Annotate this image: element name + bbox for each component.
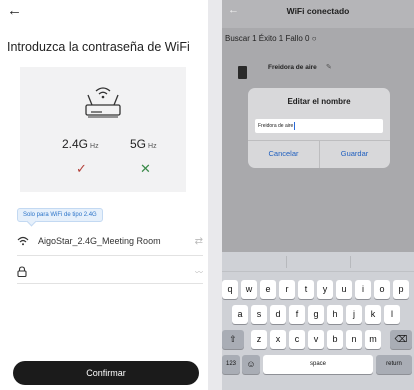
ssid-field[interactable]: AigoStar_2.4G_Meeting Room ⇄ [17, 234, 203, 252]
shift-key-icon[interactable]: ⇧ [222, 330, 244, 349]
check-icon: ✓ [76, 161, 87, 176]
key-i[interactable]: i [355, 280, 371, 299]
cancel-button[interactable]: Cancelar [248, 140, 319, 168]
hide-password-icon[interactable]: 〰 [195, 267, 203, 278]
key-t[interactable]: t [298, 280, 314, 299]
search-status: Buscar 1 Éxito 1 Fallo 0 ○ [225, 34, 317, 43]
header-bar: ← WiFi conectado [222, 0, 414, 28]
key-v[interactable]: v [308, 330, 324, 349]
space-key[interactable]: space [263, 355, 373, 374]
wifi-connected-screen: ← WiFi conectado Buscar 1 Éxito 1 Fallo … [222, 0, 414, 390]
key-w[interactable]: w [241, 280, 257, 299]
device-list-item[interactable]: Freidora de aire ✎ [230, 58, 414, 84]
key-d[interactable]: d [270, 305, 286, 324]
backspace-key-icon[interactable]: ⌫ [390, 330, 412, 349]
text-caret [294, 121, 296, 130]
divider [17, 283, 203, 284]
key-m[interactable]: m [365, 330, 381, 349]
key-j[interactable]: j [346, 305, 362, 324]
band-5ghz-label: 5G Hz [130, 137, 157, 151]
key-h[interactable]: h [327, 305, 343, 324]
page-title: Introduzca la contraseña de WiFi [7, 40, 190, 54]
key-q[interactable]: q [222, 280, 238, 299]
ssid-value: AigoStar_2.4G_Meeting Room [38, 236, 161, 246]
router-illustration-card: 2.4G Hz 5G Hz ✓ ✕ [20, 67, 186, 192]
device-name: Freidora de aire [268, 64, 317, 71]
key-p[interactable]: p [393, 280, 409, 299]
key-c[interactable]: c [289, 330, 305, 349]
save-button[interactable]: Guardar [319, 140, 390, 168]
band-24ghz-label: 2.4G Hz [62, 137, 99, 151]
suggestion-bar [222, 252, 414, 272]
key-b[interactable]: b [327, 330, 343, 349]
password-field[interactable]: 〰 [17, 264, 203, 282]
key-o[interactable]: o [374, 280, 390, 299]
cross-icon: ✕ [140, 161, 151, 176]
wifi-icon [17, 236, 29, 246]
emoji-key-icon[interactable]: ☺ [242, 355, 260, 374]
key-z[interactable]: z [251, 330, 267, 349]
switch-network-icon[interactable]: ⇄ [195, 236, 203, 247]
air-fryer-icon [238, 66, 247, 79]
router-icon [85, 87, 121, 118]
key-u[interactable]: u [336, 280, 352, 299]
dialog-title: Editar el nombre [287, 97, 351, 106]
key-a[interactable]: a [232, 305, 248, 324]
band-24-value: 2.4G [62, 137, 89, 151]
numbers-key[interactable]: 123 [222, 355, 240, 374]
key-e[interactable]: e [260, 280, 276, 299]
band-5-value: 5G [130, 137, 147, 151]
page-title: WiFi conectado [286, 6, 350, 16]
key-l[interactable]: l [384, 305, 400, 324]
wifi-password-screen: ← Introduzca la contraseña de WiFi 2.4G H… [0, 0, 208, 390]
band-24-unit: Hz [90, 143, 99, 150]
back-arrow-icon[interactable]: ← [7, 2, 22, 19]
lock-icon [17, 266, 27, 277]
key-r[interactable]: r [279, 280, 295, 299]
confirm-button[interactable]: Confirmar [13, 361, 199, 385]
band-5-unit: Hz [148, 143, 157, 150]
return-key[interactable]: return [376, 355, 412, 374]
edit-icon[interactable]: ✎ [326, 63, 332, 71]
key-s[interactable]: s [251, 305, 267, 324]
key-k[interactable]: k [365, 305, 381, 324]
wifi-type-hint: Solo para WiFi de tipo 2.4G [17, 208, 103, 222]
key-n[interactable]: n [346, 330, 362, 349]
name-input[interactable]: Freidora de aire [255, 119, 383, 133]
name-input-value: Freidora de aire [258, 123, 294, 129]
rename-dialog: Editar el nombre Freidora de aire Cancel… [248, 88, 390, 168]
divider [350, 256, 351, 268]
key-f[interactable]: f [289, 305, 305, 324]
key-x[interactable]: x [270, 330, 286, 349]
divider [286, 256, 287, 268]
divider [17, 255, 203, 256]
key-g[interactable]: g [308, 305, 324, 324]
key-y[interactable]: y [317, 280, 333, 299]
on-screen-keyboard: q w e r t y u i o p a s d f g h j k l ⇧ … [222, 252, 414, 390]
